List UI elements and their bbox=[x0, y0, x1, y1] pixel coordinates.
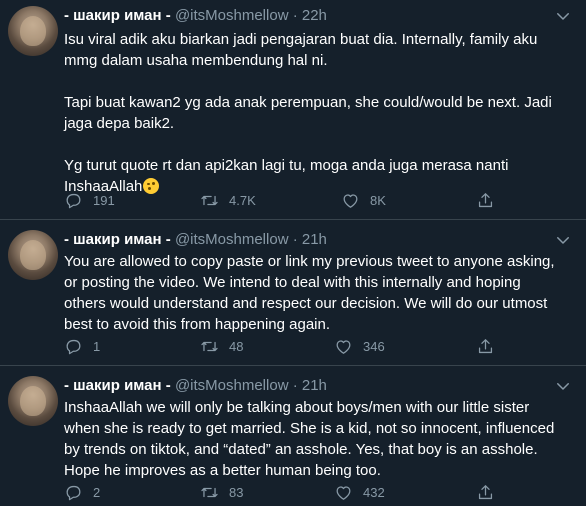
retweet-icon bbox=[201, 195, 218, 205]
handle[interactable]: @itsMoshmellow bbox=[175, 7, 289, 24]
chevron-down-icon[interactable] bbox=[554, 231, 572, 249]
retweet-button[interactable]: 4.7K bbox=[200, 190, 256, 210]
retweet-count: 4.7K bbox=[229, 192, 256, 208]
share-icon bbox=[478, 338, 493, 353]
like-button[interactable]: 432 bbox=[334, 482, 385, 502]
tweet[interactable]: - шакир иман - @itsMoshmellow · 21h Insh… bbox=[0, 366, 586, 506]
separator: · bbox=[292, 7, 298, 24]
tweet-text-content: InshaaAllah we will only be talking abou… bbox=[64, 399, 555, 479]
tweet[interactable]: - шакир иман - @itsMoshmellow · 21h You … bbox=[0, 220, 586, 364]
display-name[interactable]: - шакир иман - bbox=[64, 377, 171, 394]
tweet-text: You are allowed to copy paste or link my… bbox=[64, 251, 574, 335]
share-button[interactable] bbox=[476, 190, 505, 210]
tweet-actions: 1 48 346 bbox=[64, 336, 574, 356]
chevron-down-icon[interactable] bbox=[554, 377, 572, 395]
separator: · bbox=[292, 231, 298, 248]
like-button[interactable]: 8K bbox=[341, 190, 386, 210]
share-icon bbox=[478, 192, 493, 207]
reply-count: 191 bbox=[93, 192, 115, 208]
avatar[interactable] bbox=[8, 6, 58, 56]
like-count: 8K bbox=[370, 192, 386, 208]
avatar[interactable] bbox=[8, 230, 58, 280]
retweet-count: 48 bbox=[229, 338, 244, 354]
retweet-button[interactable]: 83 bbox=[200, 482, 243, 502]
tweet-header: - шакир иман - @itsMoshmellow · 22h bbox=[64, 6, 327, 26]
handle[interactable]: @itsMoshmellow bbox=[175, 231, 289, 248]
heart-icon bbox=[336, 485, 351, 500]
tweet-text: InshaaAllah we will only be talking abou… bbox=[64, 397, 574, 481]
tweet-header: - шакир иман - @itsMoshmellow · 21h bbox=[64, 230, 327, 250]
retweet-button[interactable]: 48 bbox=[200, 336, 243, 356]
tweet-header: - шакир иман - @itsMoshmellow · 21h bbox=[64, 376, 327, 396]
share-icon bbox=[478, 484, 493, 499]
heart-icon bbox=[336, 339, 351, 354]
like-button[interactable]: 346 bbox=[334, 336, 385, 356]
tweet-text-content: Isu viral adik aku biarkan jadi pengajar… bbox=[64, 31, 552, 195]
retweet-icon bbox=[201, 487, 218, 497]
tweet-text: Isu viral adik aku biarkan jadi pengajar… bbox=[64, 29, 574, 197]
reply-button[interactable]: 191 bbox=[64, 190, 115, 210]
tweet[interactable]: - шакир иман - @itsMoshmellow · 22h Isu … bbox=[0, 0, 586, 218]
separator: · bbox=[292, 377, 298, 394]
display-name[interactable]: - шакир иман - bbox=[64, 231, 171, 248]
timestamp[interactable]: 22h bbox=[302, 7, 327, 24]
timestamp[interactable]: 21h bbox=[302, 231, 327, 248]
retweet-count: 83 bbox=[229, 484, 244, 500]
chevron-down-icon[interactable] bbox=[554, 7, 572, 25]
reply-icon bbox=[66, 193, 81, 208]
timestamp[interactable]: 21h bbox=[302, 377, 327, 394]
reply-count: 2 bbox=[93, 484, 101, 500]
avatar[interactable] bbox=[8, 376, 58, 426]
share-button[interactable] bbox=[476, 482, 505, 502]
handle[interactable]: @itsMoshmellow bbox=[175, 377, 289, 394]
reply-count: 1 bbox=[93, 338, 101, 354]
heart-icon bbox=[343, 193, 358, 208]
reply-button[interactable]: 2 bbox=[64, 482, 100, 502]
like-count: 346 bbox=[363, 338, 385, 354]
tweet-actions: 2 83 432 bbox=[64, 482, 574, 502]
like-count: 432 bbox=[363, 484, 385, 500]
tweet-text-content: You are allowed to copy paste or link my… bbox=[64, 253, 555, 333]
display-name[interactable]: - шакир иман - bbox=[64, 7, 171, 24]
reply-icon bbox=[66, 339, 81, 354]
share-button[interactable] bbox=[476, 336, 505, 356]
reply-icon bbox=[66, 485, 81, 500]
retweet-icon bbox=[201, 341, 218, 351]
reply-button[interactable]: 1 bbox=[64, 336, 100, 356]
tweet-actions: 191 4.7K 8K bbox=[64, 190, 574, 210]
